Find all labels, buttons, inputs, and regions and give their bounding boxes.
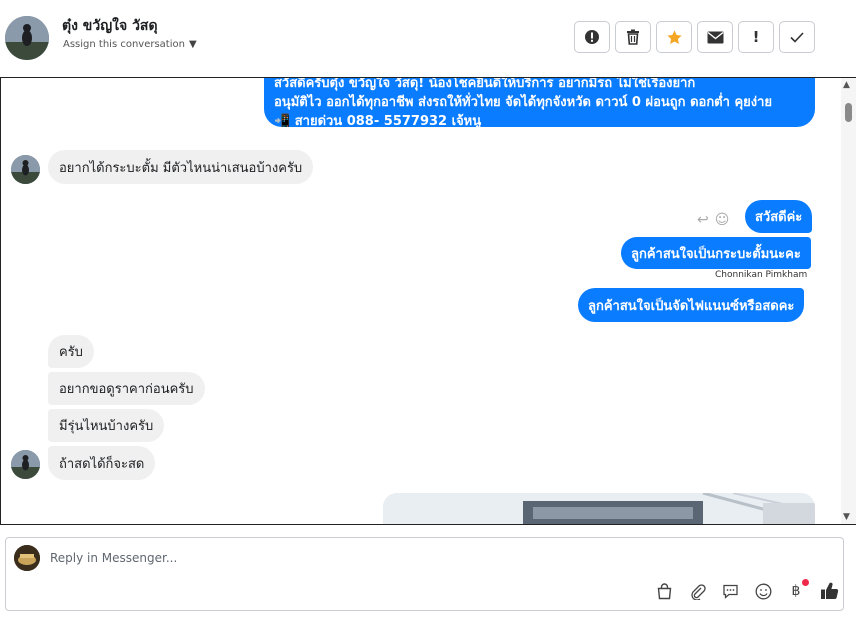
like-icon[interactable] bbox=[819, 581, 839, 601]
greeting-line: สวัสดีครับตุ๋ง ขวัญใจ วัสดุ! น้องโชคยินด… bbox=[274, 77, 696, 91]
notification-dot bbox=[802, 579, 809, 586]
assign-conversation-dropdown[interactable]: Assign this conversation ▼ bbox=[63, 39, 197, 50]
page-avatar bbox=[14, 545, 40, 571]
incoming-message[interactable]: อยากได้กระบะตั้ม มีตัวไหนน่าเสนอบ้างครับ bbox=[48, 150, 314, 184]
reply-composer[interactable]: Reply in Messenger... ฿ bbox=[5, 537, 844, 611]
paperclip-icon[interactable] bbox=[687, 581, 707, 601]
mark-unread-button[interactable] bbox=[697, 21, 733, 53]
contact-name[interactable]: ตุ๋ง ขวัญใจ วัสดุ bbox=[62, 15, 158, 37]
shop-bag-icon[interactable] bbox=[654, 581, 674, 601]
incoming-message[interactable]: ถ้าสดได้ก็จะสด bbox=[48, 446, 156, 480]
scroll-up-arrow-icon[interactable]: ▲ bbox=[843, 80, 850, 90]
scroll-down-arrow-icon[interactable]: ▼ bbox=[843, 512, 850, 522]
message-hover-actions: ↩ ☺ bbox=[697, 212, 729, 228]
trash-icon bbox=[627, 29, 639, 45]
spam-icon bbox=[585, 30, 599, 44]
message-thread[interactable]: สวัสดีครับตุ๋ง ขวัญใจ วัสดุ! น้องโชคยินด… bbox=[0, 77, 856, 525]
mark-done-button[interactable] bbox=[779, 21, 815, 53]
emoji-icon[interactable] bbox=[753, 581, 773, 601]
outgoing-message[interactable]: ลูกค้าสนใจเป็นจัดไฟแนนซ์หรือสดคะ bbox=[578, 288, 805, 322]
incoming-message[interactable]: อยากขอดูราคาก่อนครับ bbox=[48, 372, 205, 405]
assign-label: Assign this conversation bbox=[63, 39, 185, 50]
mark-spam-button[interactable] bbox=[574, 21, 610, 53]
mail-icon bbox=[707, 31, 723, 43]
outgoing-message[interactable]: ลูกค้าสนใจเป็นกระบะตั้มนะคะ bbox=[621, 237, 811, 269]
incoming-message[interactable]: ครับ bbox=[48, 335, 94, 368]
exclamation-icon: ! bbox=[752, 28, 760, 46]
composer-toolbar: ฿ bbox=[654, 579, 839, 601]
star-button[interactable] bbox=[656, 21, 692, 53]
saved-reply-icon[interactable] bbox=[720, 581, 740, 601]
contact-avatar-small[interactable] bbox=[11, 450, 40, 479]
react-emoji-icon[interactable]: ☺ bbox=[715, 212, 730, 228]
thread-scrollbar[interactable] bbox=[841, 78, 856, 524]
greeting-message[interactable]: สวัสดีครับตุ๋ง ขวัญใจ วัสดุ! น้องโชคยินด… bbox=[264, 77, 815, 127]
greeting-line: อนุมัติไว ออกได้ทุกอาชีพ ส่งรถให้ทั่วไทย… bbox=[274, 95, 773, 110]
check-icon bbox=[790, 31, 804, 43]
scrollbar-thumb[interactable] bbox=[845, 103, 852, 122]
star-icon bbox=[666, 29, 682, 44]
sender-name: Chonnikan Pimkham bbox=[715, 270, 808, 280]
incoming-message[interactable]: มีรุ่นไหนบ้างครับ bbox=[48, 409, 165, 442]
contact-avatar[interactable] bbox=[5, 16, 49, 60]
delete-button[interactable] bbox=[615, 21, 651, 53]
reply-input[interactable]: Reply in Messenger... bbox=[50, 551, 177, 565]
image-attachment[interactable] bbox=[383, 493, 815, 524]
contact-avatar-small[interactable] bbox=[11, 155, 40, 184]
follow-up-button[interactable]: ! bbox=[738, 21, 774, 53]
greeting-line: 📲 สายด่วน 088- 5577932 เจ้หนู bbox=[274, 114, 482, 127]
conversation-actions: ! bbox=[574, 21, 815, 53]
reply-icon[interactable]: ↩ bbox=[697, 212, 709, 228]
outgoing-message[interactable]: สวัสดีค่ะ bbox=[745, 200, 813, 233]
baht-payment-icon[interactable]: ฿ bbox=[786, 579, 809, 601]
caret-down-icon: ▼ bbox=[188, 39, 197, 50]
conversation-header: ตุ๋ง ขวัญใจ วัสดุ Assign this conversati… bbox=[0, 0, 867, 77]
